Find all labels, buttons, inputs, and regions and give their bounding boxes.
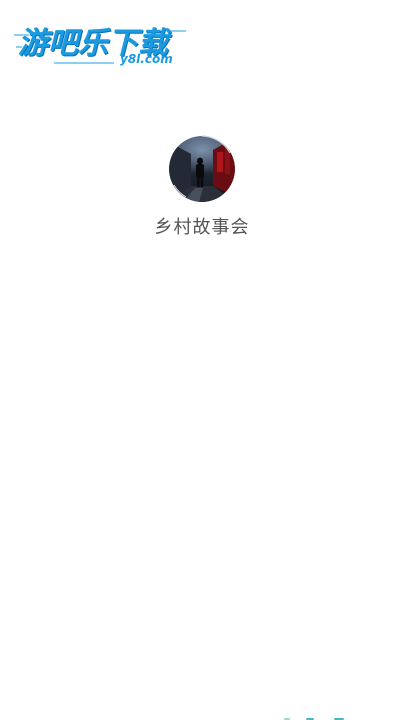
watermark-logo: 游吧乐下载 y8l.com — [14, 14, 194, 70]
watermark-domain-text: y8l.com — [120, 52, 173, 66]
app-name-label: 乡村故事会 — [154, 217, 250, 238]
avatar-ring — [173, 135, 231, 198]
app-profile: 乡村故事会 — [0, 135, 404, 239]
watermark-streak — [54, 62, 114, 64]
avatar-container — [169, 135, 235, 202]
bottom-corner-marks — [284, 716, 364, 720]
splash-screen: 游吧乐下载 y8l.com 乡村故事会 — [0, 0, 404, 720]
